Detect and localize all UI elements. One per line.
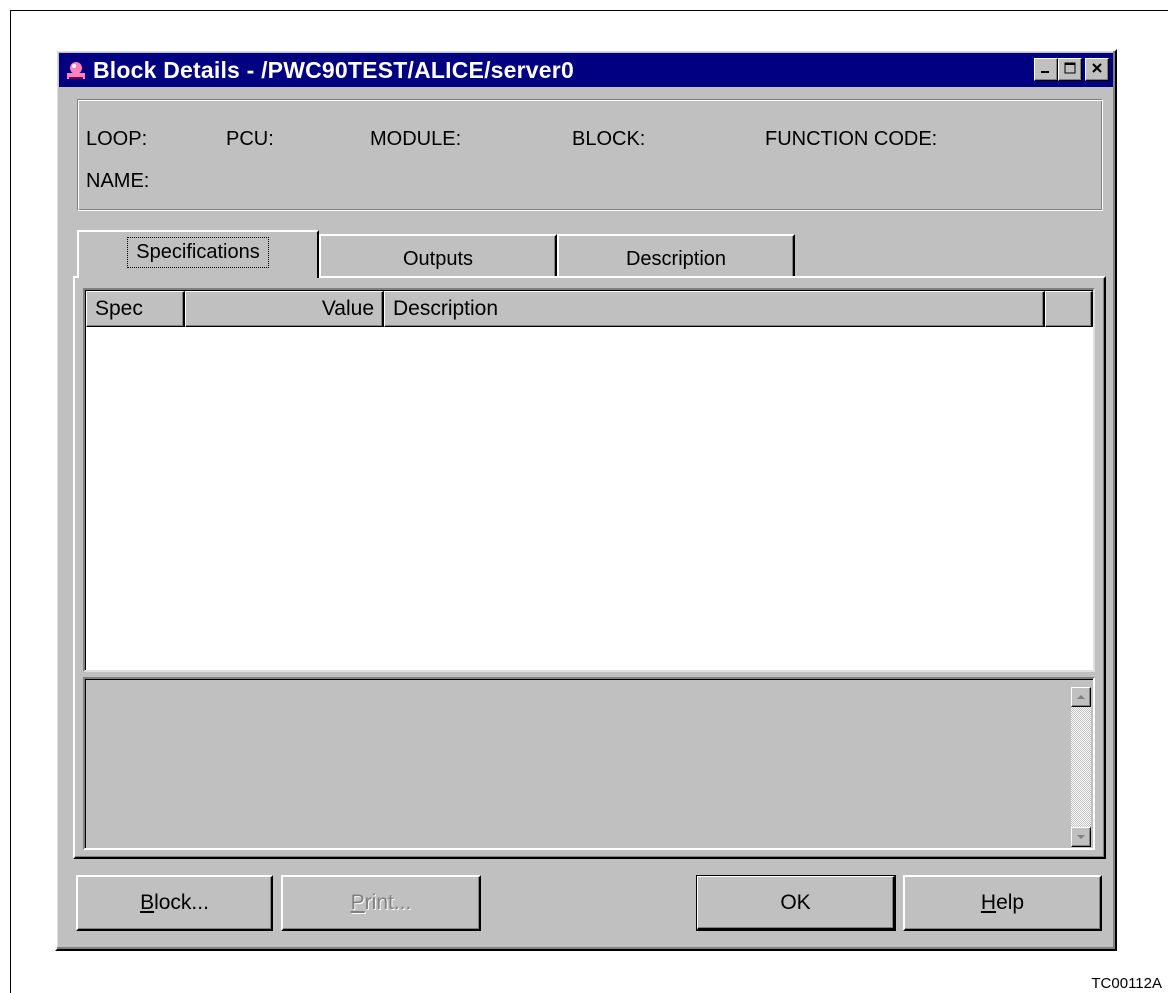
list-header: Spec Value Description	[86, 291, 1093, 327]
column-header-filler	[1045, 291, 1093, 327]
figure-id: TC00112A	[1091, 975, 1162, 992]
tab-description[interactable]: Description	[557, 234, 795, 276]
column-label: Spec	[95, 297, 143, 320]
figure-frame-top	[10, 10, 1168, 11]
module-label: MODULE:	[370, 128, 462, 150]
maximize-button[interactable]	[1058, 58, 1082, 81]
title-bar[interactable]: Block Details - /PWC90TEST/ALICE/server0	[59, 53, 1113, 87]
arrow-down-icon	[1076, 828, 1086, 846]
block-info-panel: LOOP: PCU: MODULE: BLOCK: FUNCTION CODE:…	[77, 99, 1103, 211]
window-title: Block Details - /PWC90TEST/ALICE/server0	[93, 56, 574, 83]
specifications-panel: Spec Value Description	[73, 276, 1106, 859]
ok-button[interactable]: OK	[696, 875, 896, 931]
ok-button-label: OK	[780, 890, 811, 914]
close-button[interactable]	[1085, 58, 1109, 81]
block-details-window: Block Details - /PWC90TEST/ALICE/server0…	[55, 49, 1117, 951]
spec-list[interactable]: Spec Value Description	[83, 288, 1095, 672]
column-header-value[interactable]: Value	[185, 291, 384, 327]
block-button-label: Block...	[140, 891, 209, 914]
print-button-label: Print...	[350, 891, 412, 914]
tab-outputs[interactable]: Outputs	[319, 234, 557, 276]
help-button[interactable]: Help	[903, 875, 1102, 931]
pcu-label: PCU:	[226, 128, 274, 150]
figure-frame-left	[10, 10, 11, 993]
description-detail-area[interactable]	[83, 677, 1095, 850]
block-label: BLOCK:	[572, 128, 646, 150]
scroll-down-button[interactable]	[1071, 827, 1091, 847]
minimize-button[interactable]	[1034, 58, 1058, 81]
name-label: NAME:	[86, 170, 150, 192]
app-icon[interactable]	[65, 59, 87, 81]
tab-label: Outputs	[402, 247, 474, 270]
column-label: Value	[321, 297, 374, 320]
tab-specifications[interactable]: Specifications	[77, 230, 319, 278]
block-button[interactable]: Block...	[76, 875, 273, 931]
minimize-icon	[1040, 61, 1052, 79]
maximize-icon	[1064, 61, 1076, 79]
function-code-label: FUNCTION CODE:	[765, 128, 938, 150]
help-button-label: Help	[980, 891, 1025, 914]
loop-label: LOOP:	[86, 128, 148, 150]
scroll-track[interactable]	[1071, 707, 1091, 827]
tab-label: Specifications	[127, 236, 269, 268]
scroll-up-button[interactable]	[1071, 687, 1091, 707]
close-icon	[1091, 61, 1103, 79]
arrow-up-icon	[1076, 688, 1086, 706]
column-label: Description	[393, 297, 499, 320]
print-button[interactable]: Print...	[281, 875, 481, 931]
column-header-description[interactable]: Description	[384, 291, 1045, 327]
tab-label: Description	[625, 247, 727, 270]
vertical-scrollbar[interactable]	[1071, 687, 1091, 847]
column-header-spec[interactable]: Spec	[86, 291, 185, 327]
